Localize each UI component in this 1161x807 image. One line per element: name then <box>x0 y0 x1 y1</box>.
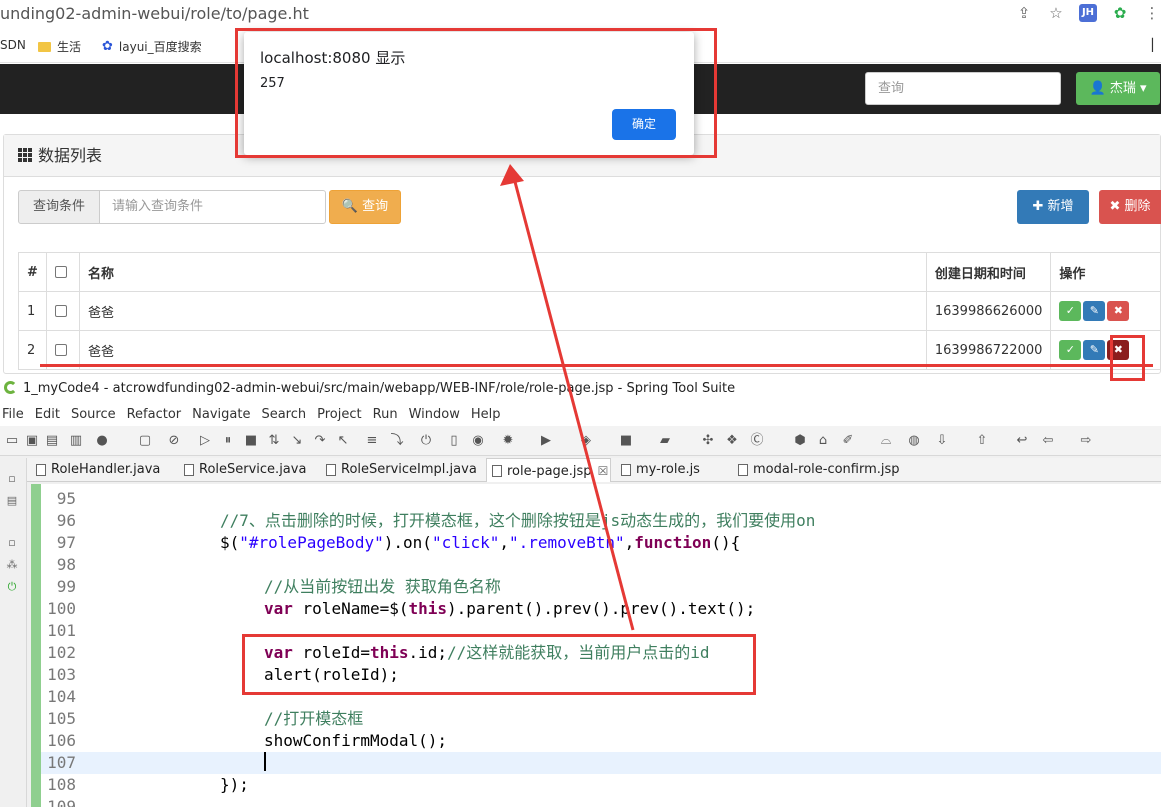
annotation-arrow <box>500 164 635 631</box>
arrow-shaft <box>512 177 635 631</box>
arrow-head <box>500 164 524 186</box>
